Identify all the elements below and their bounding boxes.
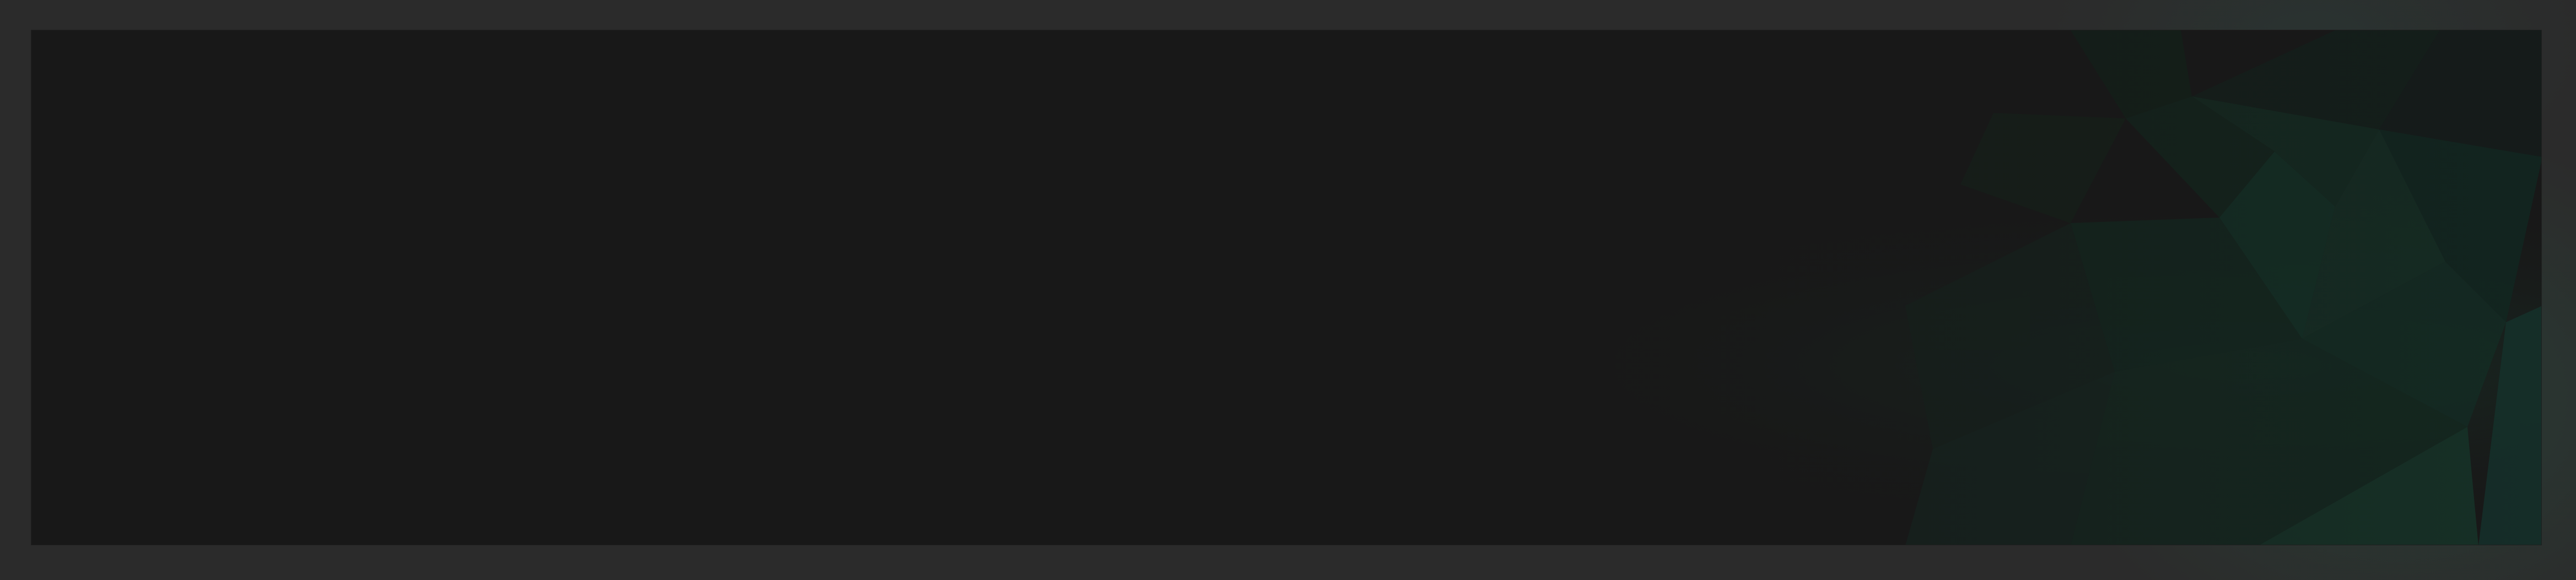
panel-background-pattern (31, 30, 2541, 545)
main-panel (31, 30, 2542, 545)
window-frame (0, 0, 2576, 580)
low-poly-pattern (31, 30, 2541, 545)
fade-overlay (31, 30, 2541, 545)
